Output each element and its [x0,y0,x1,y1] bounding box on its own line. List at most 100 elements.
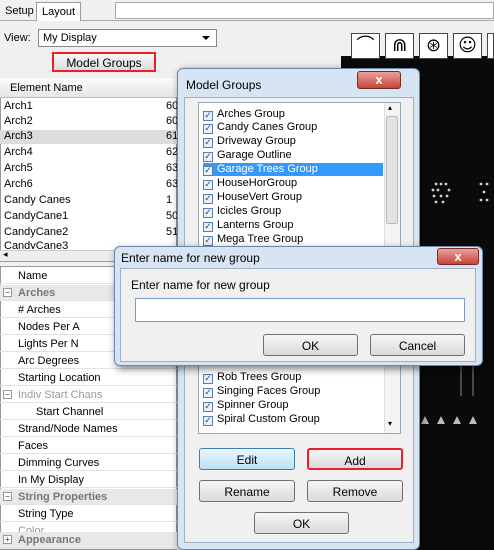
circle-tool-icon[interactable]: ⊛ [419,33,448,59]
list-item[interactable]: ✓ HouseVert Group [203,191,302,204]
property-category[interactable]: − String Properties [0,489,177,505]
close-icon[interactable]: x [357,71,401,89]
checkbox[interactable]: ✓ [203,111,213,121]
element-name: Arch4 [4,146,33,158]
element-name: Arch5 [4,162,33,174]
list-item[interactable]: CandyCane1 50 [0,210,178,224]
collapse-icon[interactable]: − [3,288,12,297]
element-name: Candy Canes [4,194,71,206]
checkbox[interactable]: ✓ [203,124,213,134]
list-item[interactable]: ✓ Spiral Custom Group [203,413,320,426]
property-row[interactable]: Strand/Node Names [0,421,177,437]
view-label: View: [4,32,31,44]
checkbox[interactable]: ✓ [203,402,213,412]
group-name: Rob Trees Group [217,371,302,383]
checkbox[interactable]: ✓ [203,416,213,426]
list-item[interactable]: ✓ Mega Tree Group [203,233,303,246]
list-item[interactable]: ✓ Spinner Group [203,399,289,412]
checkbox[interactable]: ✓ [203,194,213,204]
view-dropdown[interactable]: My Display [38,29,217,47]
list-item[interactable]: ✓ Candy Canes Group [203,121,317,134]
list-item[interactable]: Arch5 63 [0,162,178,176]
property-label: String Type [18,508,74,520]
ok-button[interactable]: OK [263,334,358,356]
checkbox[interactable]: ✓ [203,208,213,218]
list-item-selected[interactable]: Arch3 61 [0,130,178,144]
element-list-header[interactable]: Element Name [0,78,177,98]
checkbox[interactable]: ✓ [203,222,213,232]
scrollbar-thumb[interactable] [386,116,398,224]
list-item[interactable]: ✓ Singing Faces Group [203,385,320,398]
group-name-input[interactable] [135,298,465,322]
property-row[interactable]: Dimming Curves [0,455,177,471]
close-icon[interactable]: x [437,248,479,265]
ok-button[interactable]: OK [254,512,349,534]
group-name: Spinner Group [217,399,289,411]
property-label: Arches [18,287,56,299]
list-item-selected[interactable]: ✓ Garage Trees Group [203,163,383,176]
multi-arch-tool-icon[interactable]: ⋒ [385,33,414,59]
list-item[interactable]: Arch4 62 [0,146,178,160]
list-item[interactable]: CandyCane2 51 [0,226,178,240]
property-row[interactable]: In My Display [0,472,177,488]
list-item[interactable]: ✓ Arches Group [203,108,285,121]
add-button[interactable]: Add [307,448,403,470]
checkbox[interactable]: ✓ [203,374,213,384]
arch-tool-icon[interactable]: ⌒ [351,33,380,59]
model-groups-button[interactable]: Model Groups [52,52,156,72]
property-label: Nodes Per A [18,321,80,333]
group-name: HouseHorGroup [217,177,298,189]
face-tool-icon[interactable]: ☺ [453,33,482,59]
element-name: CandyCane3 [4,240,69,249]
list-item[interactable]: ✓ Driveway Group [203,135,296,148]
group-name: Driveway Group [217,135,296,147]
scroll-left-icon[interactable]: ◂ [3,249,8,260]
remove-button[interactable]: Remove [307,480,403,502]
chevron-down-icon [202,36,210,40]
edit-button[interactable]: Edit [199,448,295,470]
group-name: Garage Outline [217,149,292,161]
element-name-column: Element Name [10,82,83,94]
list-item[interactable]: ✓ Lanterns Group [203,219,293,232]
enter-name-dialog-title: Enter name for new group [121,251,260,265]
property-row[interactable]: String Type [0,506,177,522]
checkbox[interactable]: ✓ [203,138,213,148]
group-name: Garage Trees Group [217,163,318,175]
checkbox[interactable]: ✓ [203,180,213,190]
checkbox[interactable]: ✓ [203,152,213,162]
group-name: Lanterns Group [217,219,294,231]
tab-strip-field [115,2,494,19]
expand-icon[interactable]: + [3,535,12,544]
scroll-up-icon[interactable]: ▴ [388,103,392,112]
property-label: Arc Degrees [18,355,80,367]
cancel-button[interactable]: Cancel [370,334,465,356]
model-groups-dialog-title: Model Groups [186,78,262,92]
list-item[interactable]: Candy Canes 1 [0,194,177,208]
checkbox[interactable]: ✓ [203,166,213,176]
collapse-icon[interactable]: − [3,390,12,399]
list-item[interactable]: Arch2 60 [0,115,178,129]
tab-layout[interactable]: Layout [36,2,82,21]
group-name: Mega Tree Group [217,233,304,245]
property-category[interactable]: + Appearance [0,532,177,549]
more-tool-icon[interactable] [487,33,494,59]
rename-button[interactable]: Rename [199,480,295,502]
list-item[interactable]: ✓ Icicles Group [203,205,281,218]
element-name: CandyCane2 [4,226,69,238]
list-item[interactable]: Arch1 60 [0,100,178,114]
group-name: HouseVert Group [217,191,302,203]
scroll-down-icon[interactable]: ▾ [388,419,392,428]
list-item[interactable]: ✓ Rob Trees Group [203,371,301,384]
list-item[interactable]: Arch6 63 [0,178,178,192]
checkbox[interactable]: ✓ [203,236,213,246]
tab-setup[interactable]: Setup [0,2,39,21]
property-row[interactable]: Starting Location [0,370,177,386]
collapse-icon[interactable]: − [3,492,12,501]
property-row[interactable]: − Indiv Start Chans [0,387,177,403]
property-row[interactable]: Start Channel [0,404,177,420]
list-item[interactable]: ✓ Garage Outline [203,149,292,162]
list-item[interactable]: ✓ HouseHorGroup [203,177,297,190]
checkbox[interactable]: ✓ [203,388,213,398]
property-row[interactable]: Faces [0,438,177,454]
element-name: Arch1 [4,100,33,112]
